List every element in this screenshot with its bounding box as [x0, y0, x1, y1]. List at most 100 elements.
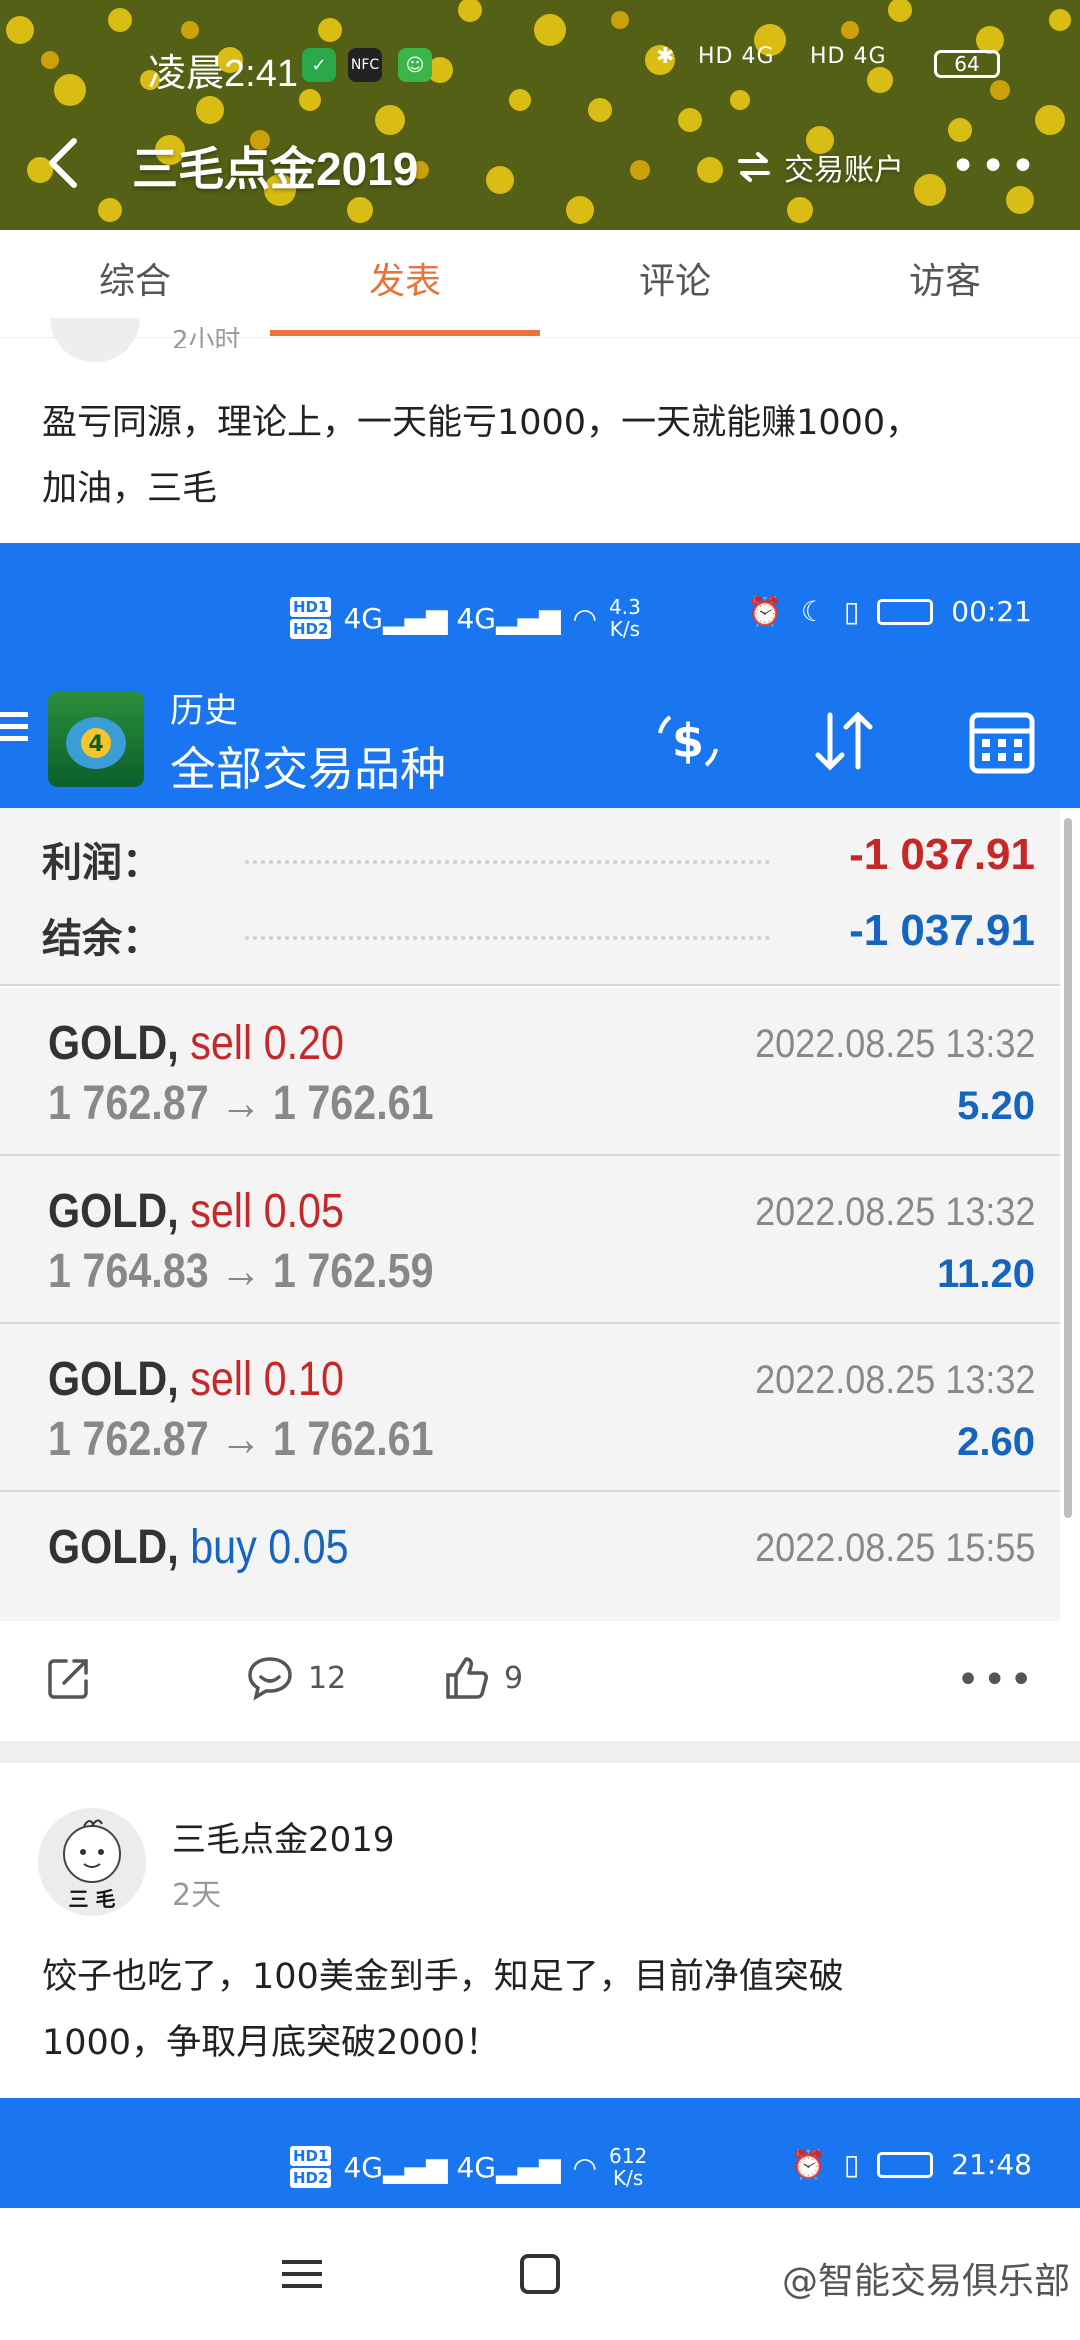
system-navigation-bar: @智能交易俱乐部: [0, 2208, 1080, 2340]
speed-unit: K/s: [609, 617, 641, 641]
hd-badge: HD1 HD2: [290, 595, 332, 641]
trade-side: sell 0.05: [190, 1185, 344, 1238]
like-button[interactable]: 9: [444, 1655, 523, 1701]
open-price: 1 764.83: [48, 1245, 209, 1298]
balance-row: 结余： -1 037.91: [0, 906, 1060, 966]
svg-text:$: $: [672, 714, 704, 768]
avatar-cartoon: 三 毛: [63, 1819, 121, 1911]
share-button[interactable]: [46, 1655, 92, 1701]
battery-icon: 64: [934, 50, 1000, 78]
dollar-sync-icon: $: [658, 714, 718, 768]
balance-value: -1 037.91: [849, 906, 1035, 955]
mt4-header: HD1 HD2 4G▂▄▆ 4G▂▄▆ ◠ 4.3 K/s ⏰ ☾ ▯ 00:21: [0, 543, 1080, 808]
watermark: @智能交易俱乐部: [781, 2261, 1070, 2302]
dotted-leader: [245, 860, 770, 864]
comment-icon: [248, 1657, 292, 1701]
balance-label: 结余：: [42, 916, 162, 962]
avatar-text: 三 毛: [69, 1887, 116, 1911]
close-price: 1 762.61: [272, 1413, 434, 1466]
screenshot-time: 00:21: [951, 595, 1032, 628]
mt4-logo-graphic: 4: [66, 717, 126, 769]
signal-icon-2: HD 4G: [810, 44, 887, 69]
arrow-right-icon: →: [220, 1077, 262, 1130]
profit-label: 利润：: [42, 840, 162, 886]
tab-visitors[interactable]: 访客: [810, 230, 1080, 338]
comment-button[interactable]: 12: [246, 1655, 346, 1701]
trade-row: GOLD, sell 0.10 2022.08.25 13:32 1 762.8…: [0, 1324, 1060, 1492]
comment-count: 12: [308, 1660, 347, 1696]
profit-row: 利润： -1 037.91: [0, 830, 1060, 890]
tab-comments[interactable]: 评论: [540, 230, 810, 338]
side-text: buy: [190, 1521, 257, 1574]
dotted-leader: [245, 936, 770, 940]
lots-text: 0.05: [263, 1185, 344, 1238]
battery-icon: [877, 2151, 934, 2178]
active-tab-indicator: [270, 330, 540, 336]
trade-symbol: GOLD, sell 0.05: [48, 1184, 344, 1239]
thumbs-up-icon: [446, 1657, 488, 1699]
trade-profit: 5.20: [957, 1084, 1035, 1128]
app-notification-icon: ☺: [398, 48, 432, 82]
home-button[interactable]: [520, 2254, 560, 2294]
hd-badge: HD1 HD2: [290, 2144, 332, 2190]
avatar[interactable]: 三 毛: [38, 1808, 146, 1916]
lots-text: 0.05: [268, 1521, 349, 1574]
trading-account-button[interactable]: 交易账户: [736, 145, 904, 189]
post-text-line: 盈亏同源，理论上，一天能亏1000，一天就能赚1000，: [42, 403, 921, 443]
lots-text: 0.20: [263, 1017, 344, 1070]
trade-symbol: GOLD, buy 0.05: [48, 1520, 349, 1575]
side-text: sell: [190, 1353, 253, 1406]
side-text: sell: [190, 1185, 253, 1238]
symbol-text: GOLD,: [48, 1521, 179, 1574]
history-label: 历史: [170, 691, 238, 731]
post-text-line: 1000，争取月底突破2000！: [42, 2023, 501, 2063]
close-price: 1 762.61: [272, 1077, 434, 1130]
post-actions: 12 9 •••: [0, 1621, 1080, 1741]
back-arrow-icon[interactable]: [40, 133, 90, 193]
more-icon[interactable]: •••: [950, 141, 1040, 192]
status-time: 凌晨2:41: [148, 53, 298, 95]
post-screenshot[interactable]: HD1 HD2 4G▂▄▆ 4G▂▄▆ ◠ 612 K/s ⏰ ▯ 21:48: [0, 2098, 1080, 2208]
post-text-line: 饺子也吃了，100美金到手，知足了，目前净值突破: [42, 1957, 844, 1997]
signal-icon: 4G▂▄▆ 4G▂▄▆: [343, 601, 561, 635]
scrollbar: [1064, 818, 1072, 1518]
close-price: 1 762.59: [272, 1245, 434, 1298]
side-text: sell: [190, 1017, 253, 1070]
recent-apps-icon[interactable]: [282, 2252, 322, 2296]
trade-side: buy 0.05: [190, 1521, 348, 1574]
status-bar: 凌晨2:41 ✓ NFC ☺ ✱ HD 4G HD 4G 64: [0, 40, 1080, 95]
trade-prices: 1 762.87 → 1 762.61: [48, 1412, 434, 1467]
speed-unit: K/s: [612, 2166, 644, 2190]
alarm-icon: ⏰: [747, 595, 783, 628]
author-name[interactable]: 三毛点金2019: [172, 1812, 395, 1861]
signal-icon: 4G▂▄▆ 4G▂▄▆: [343, 2150, 561, 2184]
wifi-icon: ◠: [572, 601, 598, 635]
profile-tabs: 综合 发表 评论 访客: [0, 230, 1080, 338]
trade-symbol: GOLD, sell 0.20: [48, 1016, 344, 1071]
swap-icon: [738, 152, 770, 182]
screenshot-status-bar: HD1 HD2 4G▂▄▆ 4G▂▄▆ ◠ 4.3 K/s ⏰ ☾ ▯ 00:21: [0, 595, 1080, 645]
nfc-icon: NFC: [348, 48, 382, 82]
shield-icon: ✓: [302, 48, 336, 82]
trade-row: GOLD, sell 0.20 2022.08.25 13:32 1 762.8…: [0, 988, 1060, 1156]
trade-date: 2022.08.25 13:32: [754, 1190, 1035, 1234]
top-navigation: 三毛点金2019 交易账户 •••: [0, 125, 1080, 205]
tab-posts[interactable]: 发表: [270, 230, 540, 338]
speed-value: 612: [609, 2144, 648, 2168]
trade-row: GOLD, sell 0.05 2022.08.25 13:32 1 764.8…: [0, 1156, 1060, 1324]
trade-date: 2022.08.25 13:32: [754, 1358, 1035, 1402]
wifi-icon: ◠: [572, 2150, 598, 2184]
mt4-logo: 4: [48, 691, 144, 787]
trade-row: GOLD, buy 0.05 2022.08.25 15:55: [0, 1492, 1060, 1621]
profile-header: 凌晨2:41 ✓ NFC ☺ ✱ HD 4G HD 4G 64 三毛点金2019…: [0, 0, 1080, 230]
post-divider: [0, 1741, 1080, 1763]
trade-side: sell 0.20: [190, 1017, 344, 1070]
trade-profit: 11.20: [937, 1252, 1035, 1296]
post-text: 盈亏同源，理论上，一天能亏1000，一天就能赚1000， 加油，三毛: [42, 390, 1042, 522]
share-icon: [48, 1659, 88, 1699]
post-screenshot[interactable]: HD1 HD2 4G▂▄▆ 4G▂▄▆ ◠ 4.3 K/s ⏰ ☾ ▯ 00:21: [0, 543, 1080, 1621]
avatar[interactable]: [50, 318, 140, 362]
more-icon[interactable]: •••: [956, 1657, 1036, 1703]
trade-prices: 1 764.83 → 1 762.59: [48, 1244, 434, 1299]
network-speed: 4.3 K/s: [609, 596, 641, 640]
